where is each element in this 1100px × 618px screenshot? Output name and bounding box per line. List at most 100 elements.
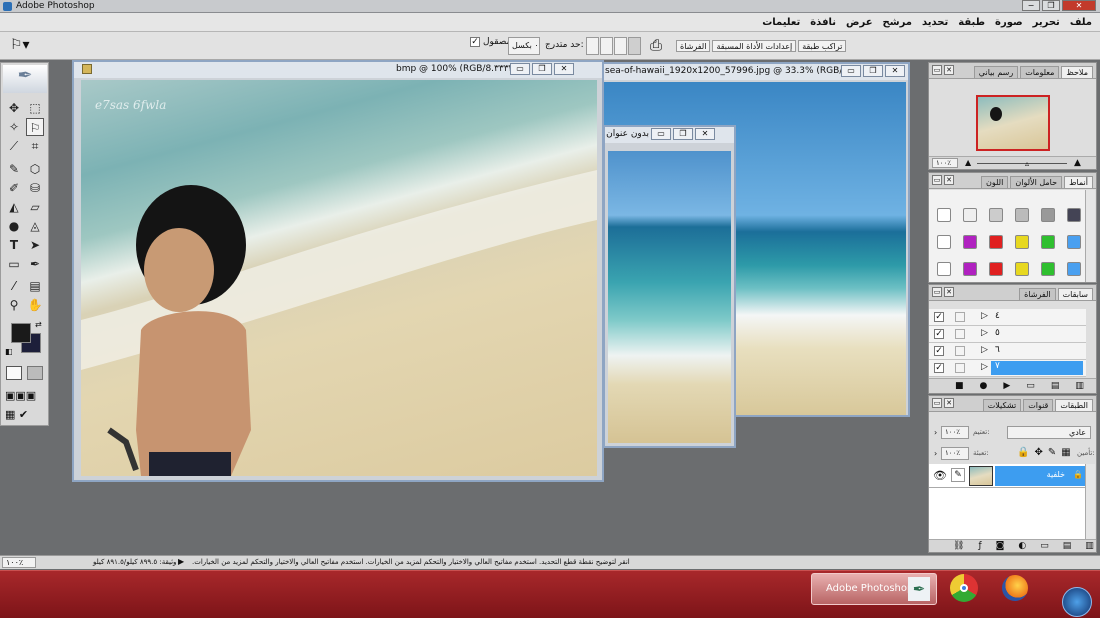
close-button[interactable]: ✕ — [1062, 0, 1096, 11]
tab-history[interactable]: سابقات — [1057, 288, 1093, 300]
new-layer-icon[interactable]: ▤ — [1063, 540, 1072, 552]
tab-swatches[interactable]: حامل الألوان — [1010, 176, 1063, 188]
default-colors-icon[interactable]: ◧ — [5, 347, 13, 356]
history-row[interactable]: ✓ ▷ ٥ — [929, 326, 1086, 343]
style-swatch[interactable] — [937, 262, 951, 276]
style-swatch[interactable] — [1041, 235, 1055, 249]
new-set-icon[interactable]: ▭ — [1026, 379, 1035, 393]
panel-close-icon[interactable]: ✕ — [944, 65, 954, 75]
styles-scrollbar[interactable] — [1085, 190, 1095, 282]
panel-close-icon[interactable]: ✕ — [944, 398, 954, 408]
type-tool-icon[interactable]: T — [5, 236, 23, 254]
dialog-toggle-box[interactable] — [955, 363, 965, 373]
slice-tool-icon[interactable]: ⟋ — [5, 137, 23, 155]
panel-close-icon[interactable]: ✕ — [944, 287, 954, 297]
hand-tool-icon[interactable]: ✋ — [26, 296, 44, 314]
style-swatch[interactable] — [1041, 262, 1055, 276]
fill-input[interactable]: ١٠٠٪ — [941, 447, 969, 460]
tab-channels[interactable]: قنوات — [1023, 399, 1054, 411]
menu-layer[interactable]: طبقة — [958, 17, 985, 28]
style-swatch[interactable] — [1067, 208, 1081, 222]
lock-position-icon[interactable]: ✥ — [1034, 447, 1042, 458]
stop-icon[interactable]: ■ — [955, 379, 964, 393]
delete-layer-icon[interactable]: ▥ — [1085, 540, 1094, 552]
document-title-bar[interactable]: بدون عنوان ▭ ❐ ✕ — [605, 127, 734, 143]
opacity-stepper-icon[interactable]: › — [934, 428, 937, 437]
row-checkbox[interactable]: ✓ — [934, 312, 944, 322]
document-window-untitled[interactable]: بدون عنوان ▭ ❐ ✕ — [603, 125, 736, 448]
link-layers-icon[interactable]: ⛓ — [953, 540, 964, 552]
layers-scrollbar[interactable] — [1085, 464, 1095, 540]
subtract-selection-icon[interactable] — [614, 37, 627, 55]
play-icon[interactable]: ▶ — [1003, 379, 1010, 393]
doc-restore-button[interactable]: ❐ — [863, 65, 883, 77]
doc-close-button[interactable]: ✕ — [554, 63, 574, 75]
tab-styles[interactable]: أنماط — [1064, 176, 1093, 188]
intersect-selection-icon[interactable] — [628, 37, 641, 55]
document-window-bmp[interactable]: bmp @ 100% (RGB/8.٣٣٣٣٣ ▭ ❐ ✕ e7sas 6fwl… — [72, 60, 604, 482]
eyedropper-tool-icon[interactable]: ⁄ — [5, 277, 23, 295]
expand-arrow-icon[interactable]: ▷ — [981, 311, 988, 321]
expand-arrow-icon[interactable]: ▷ — [981, 362, 988, 372]
document-title-bar[interactable]: sea-of-hawaii_1920x1200_57996.jpg @ 33.3… — [599, 64, 908, 80]
well-tab-tool-presets[interactable]: إعدادات الأداة المسبقة — [712, 40, 797, 52]
dialog-toggle-box[interactable] — [955, 329, 965, 339]
eraser-tool-icon[interactable]: ▱ — [26, 198, 44, 216]
blend-mode-select[interactable]: عادي — [1007, 426, 1091, 439]
lasso-tool-icon[interactable]: ⚐ — [26, 118, 44, 136]
layer-row[interactable]: 👁 ✎ خلفية 🔒 — [929, 464, 1086, 488]
tab-histogram[interactable]: رسم بياني — [973, 66, 1019, 78]
path-select-icon[interactable]: ➤ — [26, 236, 44, 254]
doc-close-button[interactable]: ✕ — [885, 65, 905, 77]
lasso-tool-preset-icon[interactable]: ⚐▾ — [10, 37, 30, 53]
well-tab-layer-comps[interactable]: تراكب طبقة — [798, 40, 847, 52]
zoom-out-icon[interactable]: ▲ — [965, 158, 971, 167]
navigator-zoom-input[interactable]: ١٠٠٪ — [932, 158, 958, 168]
fill-stepper-icon[interactable]: › — [934, 449, 937, 458]
feather-input[interactable]: ٠ بكسل — [508, 37, 540, 55]
zoom-in-icon[interactable]: ▲ — [1074, 158, 1081, 168]
well-tab-brushes[interactable]: الفرشاة — [676, 40, 711, 52]
panel-minimize-icon[interactable]: ▭ — [932, 398, 942, 408]
style-swatch[interactable] — [963, 262, 977, 276]
adjustment-layer-icon[interactable]: ◐ — [1018, 540, 1026, 552]
screen-mode-icons[interactable]: ▣▣▣ — [5, 389, 36, 402]
new-action-icon[interactable]: ▤ — [1051, 379, 1060, 393]
style-swatch[interactable] — [963, 208, 977, 222]
panel-minimize-icon[interactable]: ▭ — [932, 175, 942, 185]
boy-photo-canvas[interactable]: e7sas 6fwla — [81, 80, 597, 476]
style-swatch[interactable] — [937, 208, 951, 222]
doc-close-button[interactable]: ✕ — [695, 128, 715, 140]
layer-mask-icon[interactable]: ◙ — [996, 540, 1005, 552]
layer-style-icon[interactable]: ƒ — [978, 540, 981, 552]
dialog-toggle-box[interactable] — [955, 346, 965, 356]
expand-arrow-icon[interactable]: ▷ — [981, 328, 988, 338]
opacity-input[interactable]: ١٠٠٪ — [941, 426, 969, 439]
tab-info[interactable]: معلومات — [1020, 66, 1060, 78]
marquee-tool-icon[interactable]: ⬚ — [26, 99, 44, 117]
document-title-bar[interactable]: bmp @ 100% (RGB/8.٣٣٣٣٣ ▭ ❐ ✕ — [74, 62, 602, 78]
move-tool-icon[interactable]: ✥ — [5, 99, 23, 117]
swap-colors-icon[interactable]: ⇄ — [35, 320, 42, 329]
zoom-slider-handle-icon[interactable]: ▵ — [1025, 159, 1029, 168]
notes-tool-icon[interactable]: ▤ — [26, 277, 44, 295]
standard-mode-icon[interactable] — [6, 366, 22, 380]
eye-icon[interactable]: 👁 — [933, 469, 947, 482]
style-swatch[interactable] — [1015, 262, 1029, 276]
expand-arrow-icon[interactable]: ▷ — [981, 345, 988, 355]
burn-tool-icon[interactable]: ● — [5, 217, 23, 235]
brush-tool-icon[interactable]: ✎ — [5, 160, 23, 178]
windows-start-icon[interactable] — [1062, 587, 1092, 617]
paint-bucket-icon[interactable]: ◭ — [5, 198, 23, 216]
style-swatch[interactable] — [989, 235, 1003, 249]
panel-minimize-icon[interactable]: ▭ — [932, 65, 942, 75]
tab-layers[interactable]: الطبقات — [1055, 399, 1093, 411]
tab-paths[interactable]: تشكيلات — [982, 399, 1022, 411]
doc-minimize-button[interactable]: ▭ — [841, 65, 861, 77]
menu-select[interactable]: تحديد — [922, 17, 948, 28]
doc-minimize-button[interactable]: ▭ — [651, 128, 671, 140]
style-swatch[interactable] — [1067, 235, 1081, 249]
row-checkbox[interactable]: ✓ — [934, 363, 944, 373]
rectangle-tool-icon[interactable]: ▭ — [5, 255, 23, 273]
history-brush-icon[interactable]: ✐ — [5, 179, 23, 197]
